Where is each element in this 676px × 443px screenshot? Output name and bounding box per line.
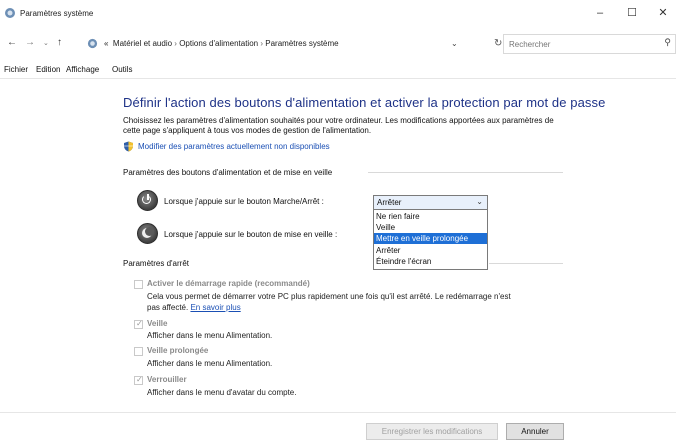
fast-startup-desc: Cela vous permet de démarrer votre PC pl… <box>147 292 511 301</box>
back-arrow-icon[interactable]: ← <box>7 37 17 48</box>
shutdown-section-label: Paramètres d'arrêt <box>123 259 189 268</box>
selected-value: Arrêter <box>377 198 402 207</box>
page-description: Choisissez les paramètres d'alimentation… <box>123 116 554 135</box>
sleep-button-icon <box>137 223 158 244</box>
search-icon[interactable]: ⚲ <box>664 37 671 48</box>
address-row: ← → ⌄ ↑ « Matériel et audio › Options d'… <box>0 30 676 56</box>
breadcrumb: « Matériel et audio › Options d'alimenta… <box>104 39 339 48</box>
page-title: Définir l'action des boutons d'alimentat… <box>123 95 606 110</box>
forward-arrow-icon[interactable]: → <box>25 37 35 48</box>
dropdown-option-highlighted[interactable]: Mettre en veille prolongée <box>374 233 487 244</box>
search-input[interactable] <box>507 37 651 52</box>
lock-title: Verrouiller <box>147 375 187 384</box>
menu-edition[interactable]: Edition <box>36 65 60 74</box>
breadcrumb-item[interactable]: Options d'alimentation <box>179 39 258 48</box>
chevron-down-icon: ⌄ <box>476 197 483 206</box>
footer-divider <box>0 412 676 413</box>
lock-desc: Afficher dans le menu d'avatar du compte… <box>147 388 297 397</box>
refresh-icon[interactable]: ↻ <box>494 38 502 49</box>
menu-bar: Fichier Edition Affichage Outils <box>0 62 676 79</box>
title-bar: Paramètres système – ☐ ✕ <box>0 0 676 26</box>
save-button[interactable]: Enregistrer les modifications <box>366 423 498 440</box>
window-title: Paramètres système <box>20 9 94 18</box>
dropdown-option[interactable]: Ne rien faire <box>374 211 487 222</box>
hibernate-title: Veille prolongée <box>147 346 209 355</box>
breadcrumb-item[interactable]: Matériel et audio <box>113 39 172 48</box>
minimize-button[interactable]: – <box>585 4 615 22</box>
breadcrumb-overflow-icon[interactable]: « <box>104 39 108 48</box>
section-divider <box>368 172 563 173</box>
power-button-action-select[interactable]: Arrêter ⌄ <box>373 195 488 210</box>
up-arrow-icon[interactable]: ↑ <box>57 37 62 48</box>
maximize-button[interactable]: ☐ <box>617 4 647 22</box>
breadcrumb-separator: › <box>260 39 264 48</box>
recent-dropdown-icon[interactable]: ⌄ <box>43 39 49 47</box>
dropdown-option[interactable]: Veille <box>374 222 487 233</box>
sleep-button-label: Lorsque j'appuie sur le bouton de mise e… <box>164 230 338 239</box>
address-dropdown-icon[interactable]: ⌄ <box>451 39 458 48</box>
power-buttons-section-label: Paramètres des boutons d'alimentation et… <box>123 168 333 177</box>
dropdown-option[interactable]: Arrêter <box>374 245 487 256</box>
breadcrumb-item[interactable]: Paramètres système <box>265 39 338 48</box>
fast-startup-checkbox[interactable] <box>134 280 143 289</box>
search-box[interactable]: ⚲ <box>503 34 676 54</box>
menu-affichage[interactable]: Affichage <box>66 65 99 74</box>
control-panel-icon <box>87 38 98 49</box>
sleep-desc: Afficher dans le menu Alimentation. <box>147 331 273 340</box>
learn-more-link[interactable]: En savoir plus <box>190 303 240 312</box>
hibernate-checkbox[interactable] <box>134 347 143 356</box>
fast-startup-title: Activer le démarrage rapide (recommandé) <box>147 279 310 288</box>
close-button[interactable]: ✕ <box>648 4 676 22</box>
sleep-checkbox[interactable] <box>134 319 143 329</box>
power-options-icon <box>5 8 15 18</box>
power-button-label: Lorsque j'appuie sur le bouton Marche/Ar… <box>164 197 324 206</box>
hibernate-desc: Afficher dans le menu Alimentation. <box>147 359 273 368</box>
menu-outils[interactable]: Outils <box>112 65 132 74</box>
power-button-icon <box>137 190 158 211</box>
uac-shield-icon <box>124 141 133 152</box>
section-divider <box>489 263 563 264</box>
power-action-dropdown: Ne rien faire Veille Mettre en veille pr… <box>373 209 488 270</box>
menu-fichier[interactable]: Fichier <box>4 65 28 74</box>
modify-settings-link[interactable]: Modifier des paramètres actuellement non… <box>138 142 330 151</box>
lock-checkbox[interactable] <box>134 375 143 385</box>
fast-startup-desc-2: pas affecté. En savoir plus <box>147 303 241 312</box>
fast-startup-desc-text: pas affecté. <box>147 303 189 312</box>
breadcrumb-separator: › <box>174 39 177 48</box>
dropdown-option[interactable]: Éteindre l'écran <box>374 256 487 267</box>
cancel-button[interactable]: Annuler <box>506 423 564 440</box>
sleep-title: Veille <box>147 319 168 328</box>
